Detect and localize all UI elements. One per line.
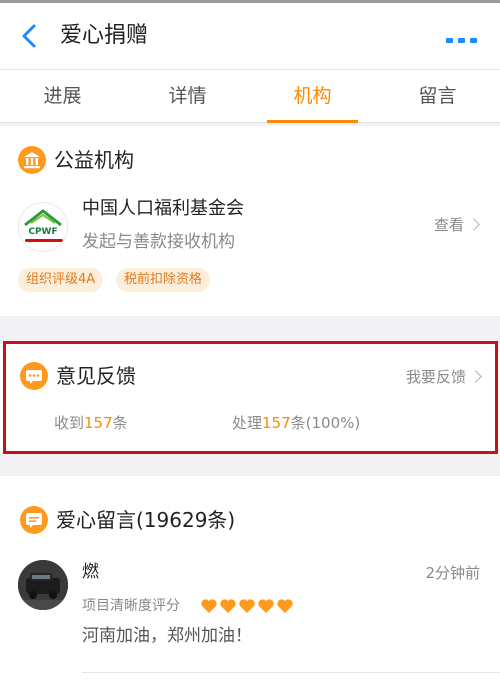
chevron-right-icon [469, 370, 482, 383]
submit-feedback-link[interactable]: 我要反馈 [405, 366, 482, 388]
submit-feedback-label: 我要反馈 [405, 368, 466, 386]
avatar[interactable] [18, 560, 68, 610]
tab-details[interactable]: 详情 [125, 70, 250, 122]
page-title: 爱心捐赠 [60, 23, 149, 48]
received-count: 157 [84, 414, 113, 432]
received-prefix: 收到 [54, 414, 85, 432]
heart-icon [277, 599, 293, 613]
institution-icon [18, 146, 46, 174]
heart-icon [258, 599, 274, 613]
received-suffix: 条 [112, 414, 128, 432]
institution-section-title: 公益机构 [54, 148, 134, 172]
institution-card: 公益机构 CPWF 中国人口福利基金会 发起与善款接收机构 查看 组织评级4A … [0, 126, 500, 316]
messages-card: 爱心留言(19629条) 燃 2分钟前 项目清晰度评分 河南加油，郑州加油！ [0, 476, 500, 681]
messages-section-title: 爱心留言(19629条) [56, 508, 236, 532]
message-text: 河南加油，郑州加油！ [82, 626, 252, 646]
more-dots-icon[interactable] [446, 31, 478, 43]
handled-prefix: 处理 [232, 414, 263, 432]
handled-suffix: 条(100%) [290, 414, 361, 432]
org-name[interactable]: 中国人口福利基金会 [82, 197, 244, 221]
rating-hearts [200, 598, 295, 614]
nav-header: 爱心捐赠 [0, 3, 500, 69]
handled-count: 157 [262, 414, 291, 432]
heart-icon [239, 599, 255, 613]
feedback-section-title: 意见反馈 [56, 364, 136, 388]
divider [82, 672, 500, 673]
message-username[interactable]: 燃 [82, 560, 99, 584]
back-icon[interactable] [18, 23, 42, 49]
active-tab-indicator [267, 120, 358, 123]
chevron-right-icon [467, 218, 480, 231]
tax-deduction-badge: 税前扣除资格 [116, 268, 211, 292]
feedback-card: 意见反馈 我要反馈 收到157条 处理157条(100%) [0, 344, 500, 454]
view-org-link[interactable]: 查看 [433, 214, 480, 236]
tab-institution[interactable]: 机构 [250, 70, 375, 122]
handled-stat: 处理157条(100%) [232, 412, 360, 434]
heart-icon [201, 599, 217, 613]
org-logo-text: CPWF [28, 227, 58, 237]
chat-bubble-icon [20, 362, 48, 390]
org-logo-mark [25, 239, 63, 242]
heart-icon [220, 599, 236, 613]
rating-label: 项目清晰度评分 [82, 598, 180, 614]
org-description: 发起与善款接收机构 [82, 232, 235, 252]
org-logo: CPWF [18, 202, 68, 252]
rating-badge: 组织评级4A [18, 268, 104, 292]
received-stat: 收到157条 [54, 412, 128, 434]
tab-messages[interactable]: 留言 [375, 70, 500, 122]
tab-progress[interactable]: 进展 [0, 70, 125, 122]
message-time: 2分钟前 [425, 564, 480, 582]
tab-bar: 进展 详情 机构 留言 [0, 69, 500, 123]
message-icon [20, 506, 48, 534]
view-org-label: 查看 [433, 216, 464, 234]
